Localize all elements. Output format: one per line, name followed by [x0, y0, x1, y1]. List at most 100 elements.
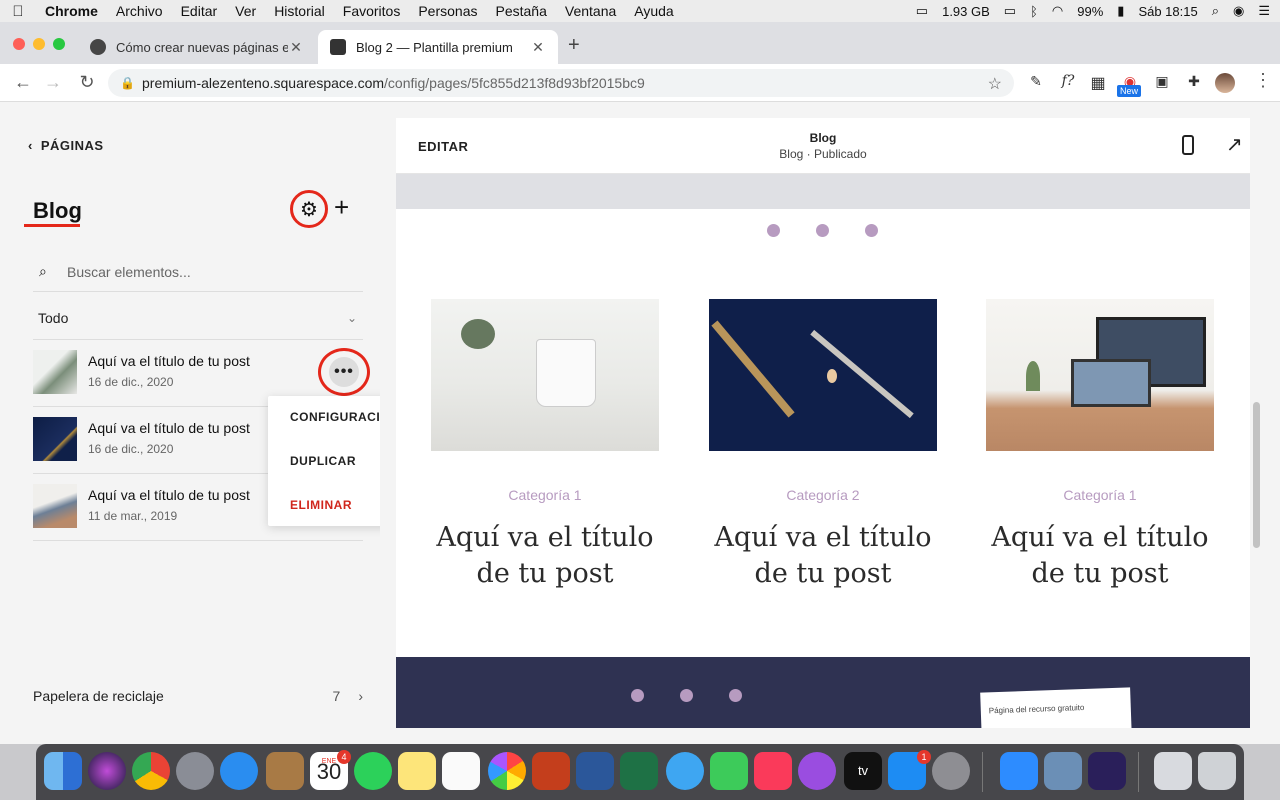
card-title[interactable]: Aquí va el título de tu post	[709, 520, 937, 592]
zoom-app-icon[interactable]	[1000, 752, 1038, 790]
section-band	[396, 174, 1250, 209]
word-icon[interactable]	[576, 752, 614, 790]
url-text[interactable]: premium-alezenteno.squarespace.com/confi…	[142, 75, 645, 91]
menu-pestana[interactable]: Pestaña	[487, 3, 556, 19]
font-extension-icon[interactable]: f?	[1058, 73, 1078, 93]
reload-icon[interactable]: ↻	[76, 72, 98, 93]
lock-icon[interactable]: 🔒	[120, 76, 138, 90]
card-category[interactable]: Categoría 1	[431, 487, 659, 503]
address-bar[interactable]: 🔒 premium-alezenteno.squarespace.com/con…	[108, 69, 1014, 97]
menu-ventana[interactable]: Ventana	[556, 3, 625, 19]
menu-historial[interactable]: Historial	[265, 3, 334, 19]
open-external-icon[interactable]: ↗	[1226, 132, 1243, 157]
memory-icon[interactable]: ▭	[916, 3, 928, 19]
puzzle-extensions-icon[interactable]: ✚	[1184, 73, 1204, 93]
recycle-bin-link[interactable]: Papelera de reciclaje 7 ›	[33, 688, 363, 704]
menu-editar[interactable]: Editar	[172, 3, 227, 19]
contacts-icon[interactable]	[266, 752, 304, 790]
downloads-stack-icon[interactable]	[1154, 752, 1192, 790]
blog-card[interactable]: Categoría 1 Aquí va el título de tu post	[986, 299, 1214, 592]
menu-favoritos[interactable]: Favoritos	[334, 3, 410, 19]
memory-readout[interactable]: 1.93 GB	[942, 4, 990, 19]
screenshot-extension-icon[interactable]: ▣	[1152, 73, 1172, 93]
menu-chrome[interactable]: Chrome	[36, 3, 107, 19]
post-options-button[interactable]: •••	[318, 348, 370, 396]
search-placeholder[interactable]: Buscar elementos...	[67, 264, 191, 280]
forward-arrow-icon[interactable]: →	[42, 72, 64, 93]
battery-icon[interactable]: ▮	[1117, 3, 1124, 19]
close-tab-icon[interactable]: ✕	[288, 39, 304, 56]
spotlight-search-icon[interactable]: ⌕	[1212, 3, 1219, 19]
menu-archivo[interactable]: Archivo	[107, 3, 172, 19]
siri-app-icon[interactable]	[88, 752, 126, 790]
menu-item-delete[interactable]: ELIMINAR	[290, 498, 352, 512]
whatsapp-icon[interactable]	[354, 752, 392, 790]
launchpad-icon[interactable]	[176, 752, 214, 790]
post-title: Aquí va el título de tu post	[88, 420, 250, 436]
affinity-designer-icon[interactable]	[1088, 752, 1126, 790]
notes-icon[interactable]	[398, 752, 436, 790]
airplay-icon[interactable]: ▭	[1004, 3, 1016, 19]
wifi-icon[interactable]: ◠	[1052, 3, 1063, 19]
tab-title: Blog 2 — Plantilla premium	[356, 39, 513, 55]
close-tab-icon[interactable]: ✕	[530, 39, 546, 56]
grid-extension-icon[interactable]: ▦	[1088, 73, 1108, 93]
card-title[interactable]: Aquí va el título de tu post	[986, 520, 1214, 592]
filter-label: Todo	[38, 309, 69, 326]
gear-icon: ⚙	[300, 198, 318, 221]
menu-ver[interactable]: Ver	[226, 3, 265, 19]
minimize-window-button[interactable]	[33, 38, 45, 50]
bookmark-star-icon[interactable]: ☆	[988, 74, 1002, 94]
back-label: PÁGINAS	[40, 138, 104, 153]
reminders-icon[interactable]	[442, 752, 480, 790]
decorative-dot	[816, 224, 829, 237]
notification-center-icon[interactable]: ☰	[1258, 3, 1270, 19]
eyedropper-extension-icon[interactable]: ✎	[1026, 73, 1046, 93]
close-window-button[interactable]	[13, 38, 25, 50]
clock[interactable]: Sáb 18:15	[1138, 4, 1197, 19]
facetime-icon[interactable]	[710, 752, 748, 790]
bluetooth-icon[interactable]: ᛒ	[1030, 4, 1038, 19]
filter-dropdown[interactable]: Todo ⌄	[33, 296, 363, 340]
add-post-button[interactable]: +	[334, 192, 349, 223]
safari-icon[interactable]	[220, 752, 258, 790]
chevron-down-icon: ⌄	[346, 310, 357, 325]
photos-icon[interactable]	[488, 752, 526, 790]
podcasts-icon[interactable]	[798, 752, 836, 790]
siri-icon[interactable]: ◉	[1233, 3, 1244, 19]
blog-card[interactable]: Categoría 2 Aquí va el título de tu post	[709, 299, 937, 592]
blog-card[interactable]: Categoría 1 Aquí va el título de tu post	[431, 299, 659, 592]
apple-tv-icon[interactable]: tv	[844, 752, 882, 790]
preview-scrollbar[interactable]	[1253, 402, 1260, 548]
battery-percent[interactable]: 99%	[1077, 4, 1103, 19]
chrome-app-icon[interactable]	[132, 752, 170, 790]
card-category[interactable]: Categoría 1	[986, 487, 1214, 503]
menu-personas[interactable]: Personas	[409, 3, 486, 19]
page-settings-button[interactable]: ⚙	[290, 190, 328, 228]
new-tab-button[interactable]: +	[568, 34, 580, 57]
search-field[interactable]: ⌕ Buscar elementos...	[33, 252, 363, 292]
zoom-window-button[interactable]	[53, 38, 65, 50]
menu-ayuda[interactable]: Ayuda	[625, 3, 682, 19]
apple-menu-icon[interactable]: 	[0, 3, 36, 20]
back-arrow-icon[interactable]: ←	[12, 72, 34, 93]
system-preferences-icon[interactable]	[932, 752, 970, 790]
trash-icon[interactable]	[1198, 752, 1236, 790]
mobile-preview-icon[interactable]	[1182, 135, 1194, 155]
preview-app-icon[interactable]	[1044, 752, 1082, 790]
chrome-menu-icon[interactable]: ⋮	[1254, 70, 1272, 91]
post-date: 16 de dic., 2020	[88, 375, 174, 389]
finder-icon[interactable]	[44, 752, 82, 790]
profile-avatar[interactable]	[1215, 73, 1235, 93]
powerpoint-icon[interactable]	[532, 752, 570, 790]
menu-item-duplicate[interactable]: DUPLICAR	[290, 454, 356, 468]
excel-icon[interactable]	[620, 752, 658, 790]
wordpress-favicon-icon	[90, 39, 106, 55]
tab-wordpress-article[interactable]: Cómo crear nuevas páginas en ✕	[78, 30, 316, 64]
tab-blog-premium[interactable]: Blog 2 — Plantilla premium ✕	[318, 30, 558, 64]
back-to-pages-button[interactable]: ‹ PÁGINAS	[28, 138, 104, 153]
messages-icon[interactable]	[666, 752, 704, 790]
card-title[interactable]: Aquí va el título de tu post	[431, 520, 659, 592]
music-icon[interactable]	[754, 752, 792, 790]
card-category[interactable]: Categoría 2	[709, 487, 937, 503]
